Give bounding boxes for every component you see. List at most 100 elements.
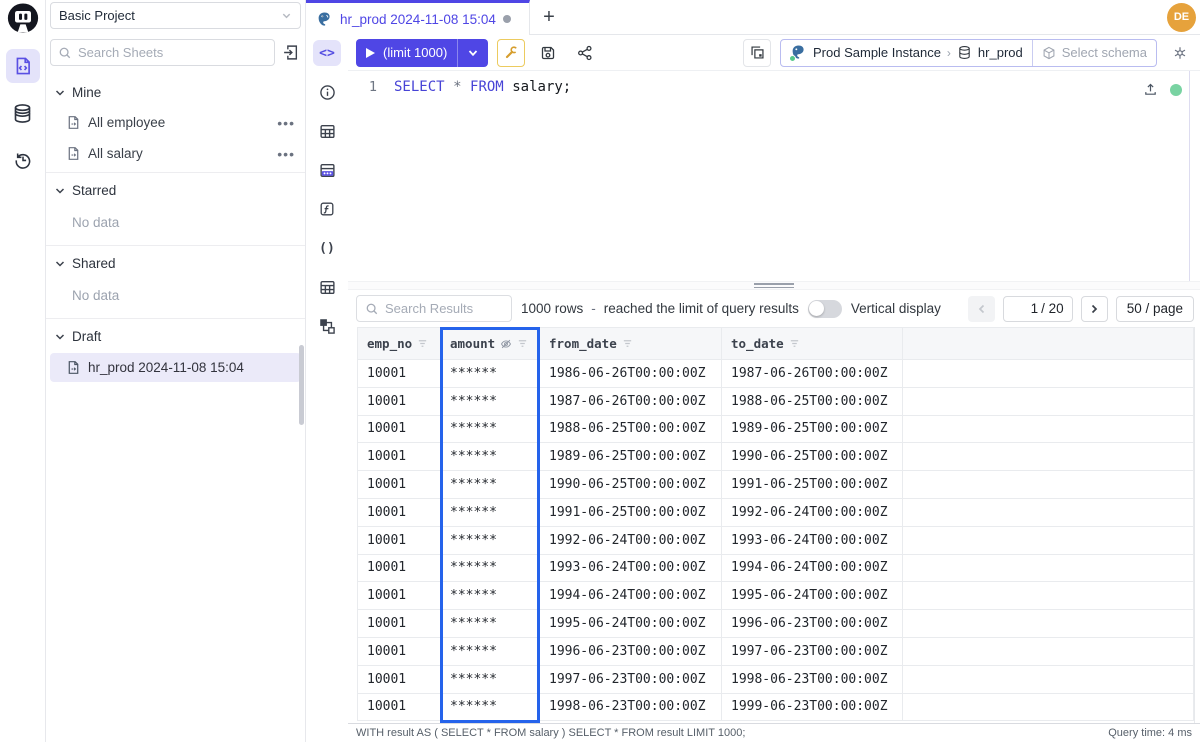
table-cell[interactable]: ****** [441, 693, 540, 721]
ai-assistant-button[interactable] [1166, 39, 1194, 67]
section-shared[interactable]: Shared [46, 249, 305, 278]
table-cell[interactable] [903, 693, 1194, 721]
table-cell[interactable] [903, 443, 1194, 471]
table-cell[interactable]: 10001 [358, 526, 441, 554]
draft-sheet-item-selected[interactable]: hr_prod 2024-11-08 15:04 [50, 353, 301, 382]
table-cell[interactable]: 1994-06-24T00:00:00Z [722, 554, 903, 582]
format-sql-button[interactable] [497, 39, 525, 67]
table-cell[interactable]: ****** [441, 637, 540, 665]
table-cell[interactable] [903, 360, 1194, 388]
table-cell[interactable]: 10001 [358, 554, 441, 582]
section-starred[interactable]: Starred [46, 176, 305, 205]
table-cell[interactable]: 1989-06-25T00:00:00Z [722, 415, 903, 443]
sheet-item-menu-button[interactable]: ••• [277, 150, 295, 158]
table-cell[interactable]: ****** [441, 360, 540, 388]
section-mine[interactable]: Mine [46, 78, 305, 107]
column-header-from-date[interactable]: from_date [540, 328, 722, 360]
table-cell[interactable]: 10001 [358, 498, 441, 526]
table-cell[interactable]: 1995-06-24T00:00:00Z [722, 582, 903, 610]
table-cell[interactable] [903, 665, 1194, 693]
parameters-panel-button[interactable]: () [313, 235, 341, 261]
table-cell[interactable]: 10001 [358, 610, 441, 638]
table-cell[interactable]: 10001 [358, 665, 441, 693]
results-search-input[interactable] [385, 301, 503, 316]
table-cell[interactable]: 1995-06-24T00:00:00Z [540, 610, 722, 638]
table-cell[interactable] [903, 526, 1194, 554]
table-cell[interactable]: 1996-06-23T00:00:00Z [540, 637, 722, 665]
table-cell[interactable]: ****** [441, 387, 540, 415]
nav-history-button[interactable] [6, 143, 40, 177]
table-cell[interactable]: 1987-06-26T00:00:00Z [540, 387, 722, 415]
page-number-input[interactable] [1012, 301, 1038, 316]
results-search-field[interactable] [356, 295, 512, 322]
table-cell[interactable]: 1988-06-25T00:00:00Z [722, 387, 903, 415]
table-cell[interactable]: 1998-06-23T00:00:00Z [540, 693, 722, 721]
table-cell[interactable]: 10001 [358, 693, 441, 721]
table-cell[interactable] [903, 554, 1194, 582]
table-cell[interactable]: 1998-06-23T00:00:00Z [722, 665, 903, 693]
upload-sql-button[interactable] [1143, 82, 1158, 97]
table-cell[interactable]: 1991-06-25T00:00:00Z [722, 471, 903, 499]
table-cell[interactable]: 1990-06-25T00:00:00Z [722, 443, 903, 471]
sidebar-scrollbar[interactable] [299, 345, 304, 425]
share-sheet-button[interactable] [571, 39, 599, 67]
masked-table-panel-button[interactable] [313, 157, 341, 183]
table-cell[interactable] [903, 415, 1194, 443]
table-cell[interactable] [903, 498, 1194, 526]
instance-database-selector[interactable]: Prod Sample Instance › hr_prod [781, 40, 1032, 66]
table-cell[interactable]: 10001 [358, 415, 441, 443]
import-sheet-icon[interactable] [282, 44, 299, 61]
save-sheet-button[interactable] [534, 39, 562, 67]
next-page-button[interactable] [1081, 296, 1108, 322]
editor-scrollbar[interactable] [1189, 71, 1190, 281]
table-cell[interactable]: 10001 [358, 387, 441, 415]
sheet-search-field[interactable] [50, 39, 275, 66]
table-cell[interactable]: 1993-06-24T00:00:00Z [540, 554, 722, 582]
function-panel-button[interactable] [313, 196, 341, 222]
bytebase-logo-icon[interactable] [5, 3, 41, 35]
table-cell[interactable]: ****** [441, 554, 540, 582]
table-cell[interactable] [903, 610, 1194, 638]
nav-database-button[interactable] [6, 96, 40, 130]
table-cell[interactable]: 1996-06-23T00:00:00Z [722, 610, 903, 638]
table-cell[interactable]: ****** [441, 443, 540, 471]
table-panel-button[interactable] [313, 118, 341, 144]
table-cell[interactable]: 1992-06-24T00:00:00Z [540, 526, 722, 554]
table-cell[interactable]: ****** [441, 610, 540, 638]
table-cell[interactable]: 10001 [358, 360, 441, 388]
table-cell[interactable]: 1988-06-25T00:00:00Z [540, 415, 722, 443]
table-cell[interactable]: 1994-06-24T00:00:00Z [540, 582, 722, 610]
schema-selector[interactable]: Select schema [1032, 40, 1156, 66]
table-cell[interactable]: 1991-06-25T00:00:00Z [540, 498, 722, 526]
table-cell[interactable]: ****** [441, 415, 540, 443]
column-header-to-date[interactable]: to_date [722, 328, 903, 360]
column-header-amount[interactable]: amount [441, 328, 540, 360]
table-cell[interactable]: 10001 [358, 443, 441, 471]
batch-query-button[interactable] [743, 39, 771, 67]
table-cell[interactable]: 1997-06-23T00:00:00Z [540, 665, 722, 693]
sheet-item-menu-button[interactable]: ••• [277, 119, 295, 127]
run-query-button[interactable]: (limit 1000) [356, 39, 488, 67]
table-cell[interactable]: 1992-06-24T00:00:00Z [722, 498, 903, 526]
add-tab-button[interactable]: + [530, 0, 568, 35]
table-cell[interactable] [903, 387, 1194, 415]
table-cell[interactable] [903, 637, 1194, 665]
table-cell[interactable] [903, 582, 1194, 610]
section-draft[interactable]: Draft [46, 322, 305, 351]
table-cell[interactable]: 1989-06-25T00:00:00Z [540, 443, 722, 471]
column-header-emp-no[interactable]: emp_no [358, 328, 441, 360]
table-cell[interactable]: ****** [441, 471, 540, 499]
sql-code-editor[interactable]: 1 SELECT*FROMsalary; [348, 71, 1200, 281]
table-cell[interactable]: 10001 [358, 471, 441, 499]
table-cell[interactable]: 1987-06-26T00:00:00Z [722, 360, 903, 388]
sql-editor-view-button[interactable]: <> [313, 40, 341, 66]
project-selector[interactable]: Basic Project [50, 2, 301, 29]
nav-worksheet-button[interactable] [6, 49, 40, 83]
table-cell[interactable]: ****** [441, 526, 540, 554]
tab-active-sheet[interactable]: hr_prod 2024-11-08 15:04 [306, 0, 530, 35]
table-cell[interactable]: 10001 [358, 582, 441, 610]
panel-splitter[interactable] [348, 281, 1200, 290]
table-cell[interactable]: 1999-06-23T00:00:00Z [722, 693, 903, 721]
info-panel-button[interactable] [313, 79, 341, 105]
table-cell[interactable]: ****** [441, 582, 540, 610]
